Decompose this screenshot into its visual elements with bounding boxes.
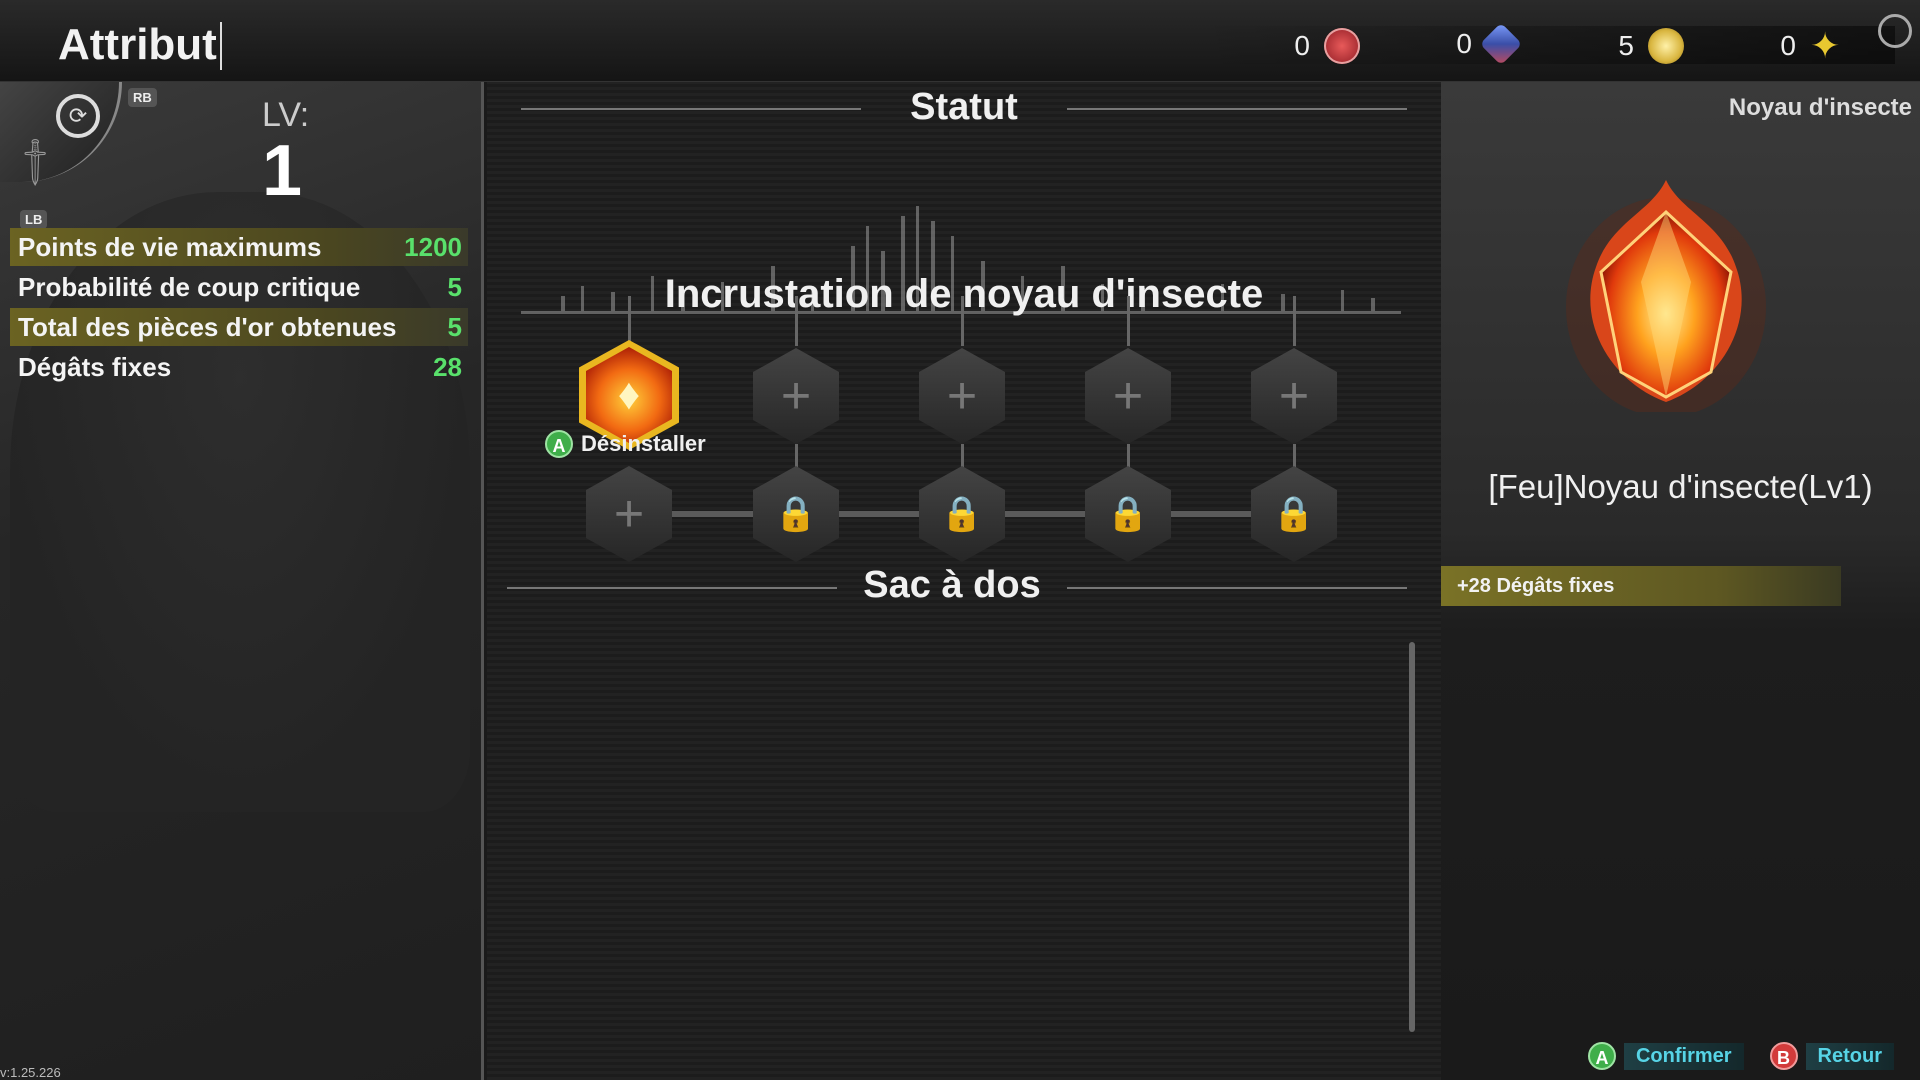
currency-star: 0 ✦: [1756, 28, 1840, 64]
currency-amount: 0: [1780, 30, 1796, 61]
fire-core-icon: [1566, 180, 1766, 412]
socket-empty[interactable]: +: [919, 348, 1005, 444]
plus-icon: +: [613, 485, 645, 543]
a-button-icon: A: [545, 430, 573, 458]
blue-crystal-icon: [1479, 22, 1523, 66]
stat-row: Total des pièces d'or obtenues 5: [10, 308, 468, 346]
divider: [1067, 108, 1407, 110]
confirm-button[interactable]: Confirmer: [1623, 1042, 1744, 1070]
socket-empty[interactable]: +: [1251, 348, 1337, 444]
currency-blue: 0: [1432, 22, 1523, 66]
currency-amount: 5: [1618, 30, 1634, 61]
socket-empty[interactable]: +: [1085, 348, 1171, 444]
back-button[interactable]: Retour: [1805, 1042, 1894, 1070]
plus-icon: +: [1112, 367, 1144, 425]
currency-amount: 0: [1294, 30, 1310, 61]
stat-row: Points de vie maximums 1200: [10, 228, 468, 266]
backpack-grid: [507, 622, 1397, 1042]
connector: [1165, 511, 1255, 517]
page-title: Attribut: [58, 20, 217, 69]
divider: [1067, 587, 1407, 589]
socket-empty[interactable]: +: [586, 466, 672, 562]
rb-button-hint[interactable]: RB: [128, 88, 157, 107]
version-label: v:1.25.226: [0, 1065, 61, 1080]
stat-row: Dégâts fixes 28: [10, 348, 468, 386]
stat-label: Dégâts fixes: [18, 351, 172, 382]
lock-icon: 🔒: [1106, 495, 1150, 533]
stats-list: Points de vie maximums 1200 Probabilité …: [10, 228, 468, 388]
fire-core-icon: ♦: [617, 370, 641, 419]
connector: [961, 296, 964, 346]
title-divider: [220, 22, 222, 70]
plus-icon: +: [946, 367, 978, 425]
lb-button-hint[interactable]: LB: [20, 210, 48, 229]
connector: [667, 511, 757, 517]
weapon-switch-tab[interactable]: ⟳ 🗡: [0, 82, 122, 191]
status-title: Statut: [910, 86, 1018, 128]
socket-empty[interactable]: +: [753, 348, 839, 444]
b-button-icon: B: [1769, 1042, 1798, 1070]
lock-icon: 🔒: [774, 495, 818, 533]
stat-label: Total des pièces d'or obtenues: [18, 311, 397, 342]
socket-locked[interactable]: 🔒: [1251, 466, 1337, 562]
plus-icon: +: [780, 367, 812, 425]
currency-red: 0: [1270, 28, 1360, 64]
stat-value: 28: [433, 351, 462, 382]
item-category: Noyau d'insecte: [1728, 94, 1912, 121]
connector: [628, 296, 631, 346]
currency-gold: 5: [1594, 28, 1684, 64]
plus-icon: +: [1278, 367, 1310, 425]
backpack-scrollbar[interactable]: [1409, 642, 1415, 1032]
top-bar: Attribut 0 0 5 0 ✦: [0, 0, 1920, 82]
stat-value: 1200: [404, 231, 462, 262]
connector: [833, 511, 923, 517]
divider: [507, 587, 837, 589]
socket-locked[interactable]: 🔒: [753, 466, 839, 562]
uninstall-button[interactable]: A Désinstaller: [545, 430, 706, 458]
profile-icon[interactable]: [1878, 14, 1912, 48]
core-inlay-panel: Statut Incrustation de noyau d'insecte ♦…: [487, 82, 1441, 1080]
connector: [1127, 296, 1130, 346]
swap-icon: ⟳: [56, 94, 100, 138]
gold-coin-icon: [1648, 28, 1684, 64]
connector: [795, 296, 798, 346]
connector: [1293, 296, 1296, 346]
currency-amount: 0: [1456, 28, 1472, 59]
character-panel: ⟳ 🗡 RB LB LV: 1 Points de vie maximums 1…: [0, 82, 484, 1080]
star-icon: ✦: [1810, 25, 1841, 66]
level-value: 1: [262, 131, 303, 211]
socket-locked[interactable]: 🔒: [919, 466, 1005, 562]
socket-locked[interactable]: 🔒: [1085, 466, 1171, 562]
item-effect: +28 Dégâts fixes: [1441, 566, 1841, 606]
red-emblem-icon: [1324, 28, 1360, 64]
item-detail-panel: Noyau d'insecte [Feu]Noyau d'insecte(Lv1…: [1441, 82, 1920, 1080]
footer-controls: A Confirmer B Retour: [1587, 1042, 1894, 1070]
stat-row: Probabilité de coup critique 5: [10, 268, 468, 306]
stat-label: Probabilité de coup critique: [18, 271, 361, 302]
backpack-title: Sac à dos: [863, 564, 1041, 606]
lock-icon: 🔒: [940, 495, 984, 533]
stat-value: 5: [447, 311, 462, 342]
sword-icon: 🗡: [6, 133, 65, 191]
divider: [521, 108, 861, 110]
item-name: [Feu]Noyau d'insecte(Lv1): [1488, 468, 1873, 505]
connector: [999, 511, 1089, 517]
stat-label: Points de vie maximums: [18, 231, 322, 262]
stat-value: 5: [447, 271, 462, 302]
uninstall-label: Désinstaller: [581, 431, 706, 456]
a-button-icon: A: [1587, 1042, 1616, 1070]
lock-icon: 🔒: [1272, 495, 1316, 533]
